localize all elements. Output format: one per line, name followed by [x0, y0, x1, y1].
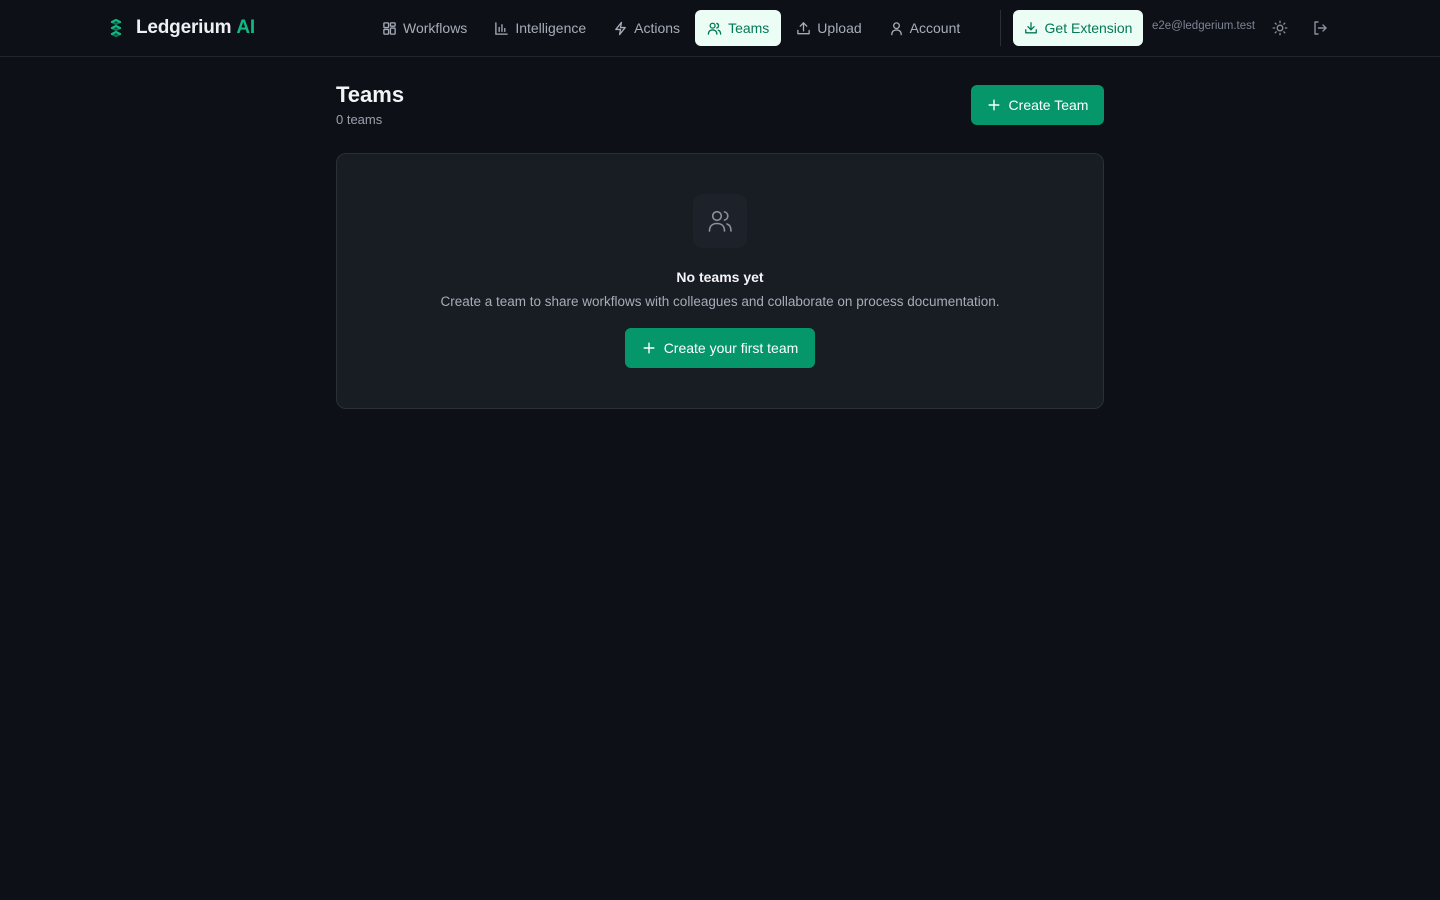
nav-item-label: Upload — [817, 20, 862, 36]
nav-item-label: Teams — [728, 20, 770, 36]
nav-divider — [1000, 10, 1001, 46]
get-extension-label: Get Extension — [1044, 20, 1133, 36]
theme-toggle-button[interactable] — [1269, 17, 1291, 39]
logout-icon — [1314, 21, 1327, 35]
get-extension-button[interactable]: Get Extension — [1013, 10, 1143, 46]
nav-item-workflows[interactable]: Workflows — [370, 10, 479, 46]
nav-item-label: Workflows — [403, 20, 468, 36]
create-team-label: Create Team — [1008, 97, 1089, 113]
empty-state-icon-container — [693, 194, 747, 248]
page-title: Teams — [336, 82, 405, 107]
nav-item-intelligence[interactable]: Intelligence — [482, 10, 598, 46]
top-navigation-bar: Ledgerium AI Workflows Intelligence Acti… — [0, 0, 1440, 57]
download-icon — [1024, 22, 1037, 34]
empty-state-title: No teams yet — [676, 269, 764, 285]
empty-state-card: No teams yet Create a team to share work… — [336, 153, 1104, 409]
nav-item-label: Intelligence — [515, 20, 587, 36]
grid-icon — [383, 21, 396, 35]
nav-item-teams[interactable]: Teams — [695, 10, 782, 46]
lightning-icon — [615, 21, 626, 35]
sun-icon — [1272, 20, 1288, 36]
plus-icon — [988, 99, 1000, 111]
users-icon — [707, 22, 722, 35]
brand-suffix: AI — [236, 17, 255, 38]
brand[interactable]: Ledgerium AI — [108, 16, 255, 40]
create-team-button[interactable]: Create Team — [971, 85, 1104, 125]
user-icon — [890, 21, 902, 35]
upload-icon — [797, 21, 811, 34]
nav-item-label: Actions — [634, 20, 681, 36]
logout-button[interactable] — [1309, 17, 1331, 39]
nav-item-label: Account — [909, 20, 961, 36]
plus-icon — [643, 342, 655, 354]
stacked-chevrons-logo-icon — [110, 18, 122, 38]
nav-item-account[interactable]: Account — [877, 10, 973, 46]
brand-name: Ledgerium AI — [136, 17, 255, 38]
user-email: e2e@ledgerium.test — [1152, 20, 1256, 32]
main-nav: Workflows Intelligence Actions Teams Upl… — [370, 10, 972, 46]
create-first-team-label: Create your first team — [663, 340, 799, 356]
bar-chart-icon — [495, 21, 509, 35]
empty-state-description: Create a team to share workflows with co… — [440, 294, 1000, 309]
nav-item-upload[interactable]: Upload — [784, 10, 873, 46]
nav-item-actions[interactable]: Actions — [601, 10, 692, 46]
create-first-team-button[interactable]: Create your first team — [625, 328, 815, 368]
team-count: 0 teams — [336, 112, 383, 127]
users-icon — [708, 210, 732, 232]
